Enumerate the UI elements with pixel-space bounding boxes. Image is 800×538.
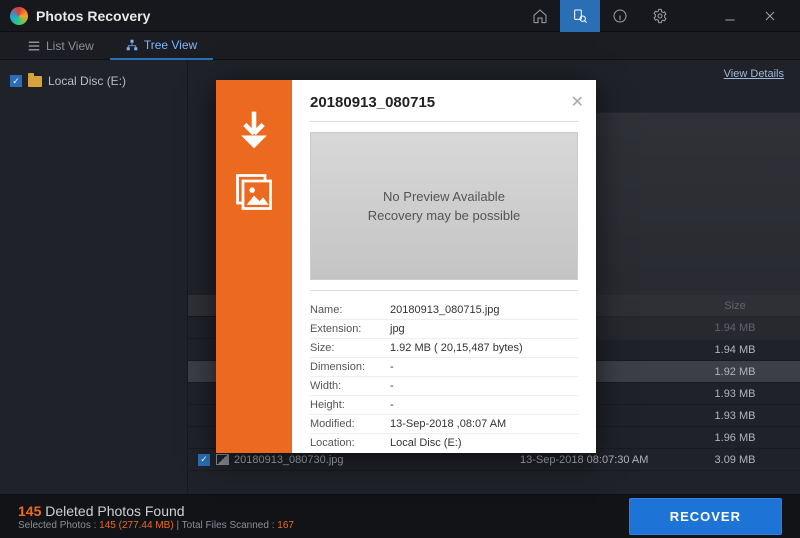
sidebar: ✓ Local Disc (E:) bbox=[0, 60, 188, 494]
tab-tree-label: Tree View bbox=[144, 38, 197, 52]
titlebar: Photos Recovery bbox=[0, 0, 800, 32]
recover-button[interactable]: RECOVER bbox=[629, 498, 782, 535]
deep-scan-button[interactable] bbox=[560, 0, 600, 32]
cell-size: 1.93 MB bbox=[670, 388, 800, 400]
home-button[interactable] bbox=[520, 0, 560, 32]
cell-name: 20180913_080730.jpg bbox=[234, 454, 520, 466]
modal-sidebar bbox=[216, 80, 292, 453]
close-window-button[interactable] bbox=[750, 0, 790, 32]
download-arrow-icon bbox=[232, 108, 276, 152]
cell-size: 1.94 MB bbox=[670, 344, 800, 356]
gallery-icon bbox=[232, 170, 276, 214]
cell-size: 3.09 MB bbox=[670, 454, 800, 466]
footer: 145 Deleted Photos Found Selected Photos… bbox=[0, 494, 800, 538]
tab-tree-view[interactable]: Tree View bbox=[110, 32, 213, 60]
file-details-modal: 20180913_080715 ✕ No Preview Available R… bbox=[216, 80, 596, 453]
minimize-button[interactable] bbox=[710, 0, 750, 32]
info-button[interactable] bbox=[600, 0, 640, 32]
no-preview-line2: Recovery may be possible bbox=[368, 208, 520, 223]
folder-icon bbox=[28, 76, 42, 87]
footer-summary: 145 Deleted Photos Found bbox=[18, 503, 629, 519]
modal-body: 20180913_080715 ✕ No Preview Available R… bbox=[292, 80, 596, 453]
found-count: 145 bbox=[18, 503, 41, 519]
view-details-link[interactable]: View Details bbox=[724, 68, 784, 80]
modal-title: 20180913_080715 bbox=[310, 94, 578, 111]
settings-button[interactable] bbox=[640, 0, 680, 32]
sidebar-item-label: Local Disc (E:) bbox=[48, 74, 126, 88]
footer-details: Selected Photos : 145 (277.44 MB) | Tota… bbox=[18, 520, 629, 531]
no-preview-panel: No Preview Available Recovery may be pos… bbox=[310, 132, 578, 280]
no-preview-line1: No Preview Available bbox=[383, 189, 505, 204]
tab-list-view[interactable]: List View bbox=[12, 32, 110, 60]
cell-date: 13-Sep-2018 08:07:30 AM bbox=[520, 454, 670, 466]
tab-list-label: List View bbox=[46, 39, 94, 53]
meta-table: Name:20180913_080715.jpg Extension:jpg S… bbox=[310, 301, 578, 452]
checkbox-icon[interactable]: ✓ bbox=[10, 75, 22, 87]
checkbox-icon[interactable]: ✓ bbox=[198, 454, 210, 466]
cell-size: 1.96 MB bbox=[670, 432, 800, 444]
cell-size: 1.93 MB bbox=[670, 410, 800, 422]
view-tabs: List View Tree View bbox=[0, 32, 800, 60]
app-title: Photos Recovery bbox=[36, 8, 150, 24]
image-file-icon bbox=[216, 454, 229, 465]
sidebar-item-local-disc[interactable]: ✓ Local Disc (E:) bbox=[8, 70, 179, 92]
modal-close-button[interactable]: ✕ bbox=[571, 92, 584, 112]
app-logo-icon bbox=[10, 7, 28, 25]
cell-size: 1.92 MB bbox=[670, 366, 800, 378]
